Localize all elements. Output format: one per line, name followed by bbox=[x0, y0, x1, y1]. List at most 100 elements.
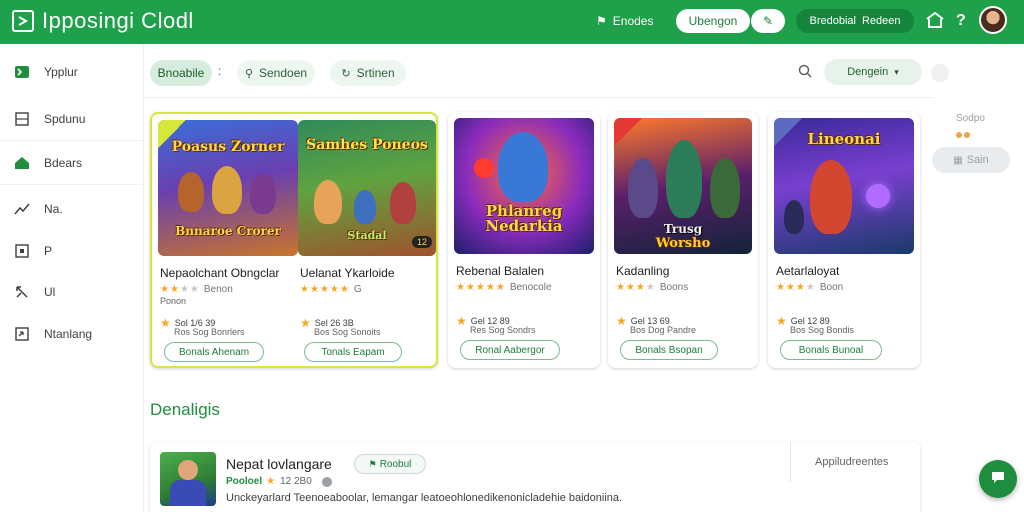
list-item-tag-label: Roobul bbox=[379, 458, 412, 470]
sidebar-item-apps[interactable]: Ypplur bbox=[0, 50, 144, 94]
character-figure bbox=[710, 158, 740, 218]
game-card[interactable]: Trusg Worsho Kadanling ★★★★ Boons ★ Gel … bbox=[608, 112, 758, 368]
section-title: Denaligis bbox=[150, 400, 220, 419]
rating-row: ★★★★ Boons bbox=[616, 282, 688, 293]
character-figure bbox=[628, 158, 658, 218]
age-badge: 12 bbox=[411, 236, 432, 248]
sort-dropdown[interactable]: Dengein ▾ bbox=[824, 59, 922, 85]
game-art: Lineonai bbox=[774, 118, 914, 254]
art-subtitle: Bnnaroe Crorer bbox=[175, 224, 281, 238]
rating-row: ★★★★★ G bbox=[300, 284, 362, 295]
search-icon[interactable] bbox=[798, 64, 812, 81]
sidebar-item-p[interactable]: P bbox=[0, 229, 144, 273]
art-subtitle: Trusg bbox=[663, 222, 703, 236]
sidebar-item-bdears[interactable]: Bdears bbox=[0, 141, 144, 185]
list-item-title: Nepat lovlangare bbox=[226, 456, 332, 472]
fist-figure bbox=[474, 158, 494, 178]
chevron-down-icon: ▾ bbox=[894, 66, 899, 77]
featured-ribbon bbox=[614, 118, 642, 146]
side-panel-button[interactable]: ▦ Sain bbox=[932, 147, 1010, 173]
game-card[interactable]: Lineonai Aetarlaloyat ★★★★ Boon ★ Gel 12… bbox=[768, 112, 920, 368]
rating-count: 12 2B0 bbox=[280, 476, 312, 487]
tools-icon bbox=[14, 284, 30, 300]
app-logo-icon[interactable] bbox=[12, 10, 34, 32]
rating-row: ★★★★ Boon bbox=[776, 282, 843, 293]
card-meta-sub: Bos Sog Bondis bbox=[790, 325, 855, 335]
install-button[interactable]: Bonals Bunoal bbox=[780, 340, 882, 360]
game-art: Samhes Poneos Stadal 12 bbox=[298, 120, 436, 256]
game-card[interactable]: Poasus Zorner Bnnaroe Crorer Samhes Pone… bbox=[150, 112, 438, 368]
sidebar-item-label: Ntanlang bbox=[44, 327, 93, 341]
star-icon: ★ bbox=[266, 476, 277, 487]
filter-chip-label: Sendoen bbox=[259, 66, 308, 80]
account-pill-right: Redeen bbox=[861, 15, 901, 27]
rating-note: Boons bbox=[659, 282, 689, 293]
rating-note: Benocole bbox=[509, 282, 552, 293]
card-title: Nepaolchant Obngclar bbox=[160, 266, 280, 280]
trend-icon bbox=[14, 201, 30, 217]
art-title: Samhes Poneos bbox=[306, 137, 428, 153]
star-icon: ★ bbox=[160, 316, 171, 330]
sidebar-item-spdunu[interactable]: Spdunu bbox=[0, 97, 144, 141]
chat-fab-button[interactable] bbox=[979, 460, 1017, 498]
rating-note: G bbox=[353, 284, 362, 295]
card-meta-sub: Bos Dog Pandre bbox=[630, 325, 697, 335]
art-title: Phlanreg Nedarkia bbox=[485, 202, 563, 235]
character-figure bbox=[666, 140, 702, 218]
edit-button[interactable]: ✎ bbox=[751, 9, 785, 33]
shield-icon bbox=[14, 326, 30, 342]
sidebar-item-ul[interactable]: Ul bbox=[0, 270, 144, 314]
card-title: Aetarlaloyat bbox=[776, 264, 840, 278]
sidebar-item-label: P bbox=[44, 244, 53, 258]
character-figure bbox=[212, 166, 242, 214]
sidebar-item-ntanlang[interactable]: Ntanlang bbox=[0, 312, 144, 356]
character-figure bbox=[390, 182, 416, 224]
star-rating: ★★★★ bbox=[616, 282, 656, 293]
account-pill[interactable]: Bredobial Redeen bbox=[796, 9, 914, 33]
account-pill-left: Bredobial bbox=[809, 15, 856, 27]
square-icon bbox=[14, 111, 30, 127]
rating-note: Boon bbox=[819, 282, 844, 293]
sidebar-item-label: Ypplur bbox=[44, 65, 78, 79]
chat-icon bbox=[990, 469, 1006, 490]
game-art: Phlanreg Nedarkia bbox=[454, 118, 594, 254]
star-rating: ★★★★★ bbox=[456, 282, 506, 293]
rating-row: ★★★★ Benon bbox=[160, 284, 233, 295]
store-icon[interactable] bbox=[926, 11, 944, 33]
tag-icon: ⚑ bbox=[368, 458, 377, 469]
sidebar-item-na[interactable]: Na. bbox=[0, 187, 144, 231]
help-icon[interactable]: ? bbox=[956, 12, 966, 30]
sidebar-item-label: Na. bbox=[44, 202, 63, 216]
card-title: Uelanat Ykarloide bbox=[300, 266, 395, 280]
magic-orb bbox=[866, 184, 890, 208]
filter-chip-srtinen[interactable]: ↻ Srtinen bbox=[330, 60, 406, 86]
sort-dropdown-label: Dengein bbox=[847, 66, 889, 78]
box-icon bbox=[14, 243, 30, 259]
app-thumbnail bbox=[160, 452, 216, 506]
game-card[interactable]: Phlanreg Nedarkia Rebenal Balalen ★★★★★ … bbox=[448, 112, 600, 368]
filter-chip-sendoen[interactable]: ⚲ Sendoen bbox=[237, 60, 315, 86]
sidebar-item-label: Ul bbox=[44, 285, 56, 299]
apps-icon bbox=[14, 64, 30, 80]
release-label: Pooloel bbox=[226, 476, 263, 487]
card-subtext: Ponon bbox=[160, 296, 187, 306]
list-item-description: Unckeyarlard Teenoeaboolar, lemangar lea… bbox=[226, 492, 623, 504]
card-meta-sub: Ros Sog Bonrlers bbox=[174, 327, 245, 337]
grid-icon: ▦ bbox=[953, 154, 963, 166]
avatar[interactable] bbox=[979, 6, 1007, 34]
card-meta-sub: Bos Sog Sonoits bbox=[314, 327, 381, 337]
character-figure bbox=[250, 174, 276, 214]
sidebar-item-label: Spdunu bbox=[44, 111, 86, 126]
filter-chip-bnoabile[interactable]: Bnoabile bbox=[150, 60, 212, 86]
star-icon: ★ bbox=[300, 316, 311, 330]
install-button[interactable]: Bonals Ahenam bbox=[164, 342, 264, 362]
install-button[interactable]: Bonals Bsopan bbox=[620, 340, 718, 360]
list-item-tag[interactable]: ⚑ Roobul bbox=[354, 454, 426, 474]
top-app-bar: Ipposingi Clodl ⚑ Enodes Ubengon ✎ Bredo… bbox=[0, 0, 1024, 44]
install-button[interactable]: Ronal Aabergor bbox=[460, 340, 560, 360]
home-icon bbox=[14, 155, 30, 171]
primary-pill-button[interactable]: Ubengon bbox=[676, 9, 750, 33]
header-link[interactable]: ⚑ Enodes bbox=[596, 14, 653, 28]
toggle-circle[interactable] bbox=[931, 64, 949, 82]
install-button[interactable]: Tonals Eapam bbox=[304, 342, 402, 362]
